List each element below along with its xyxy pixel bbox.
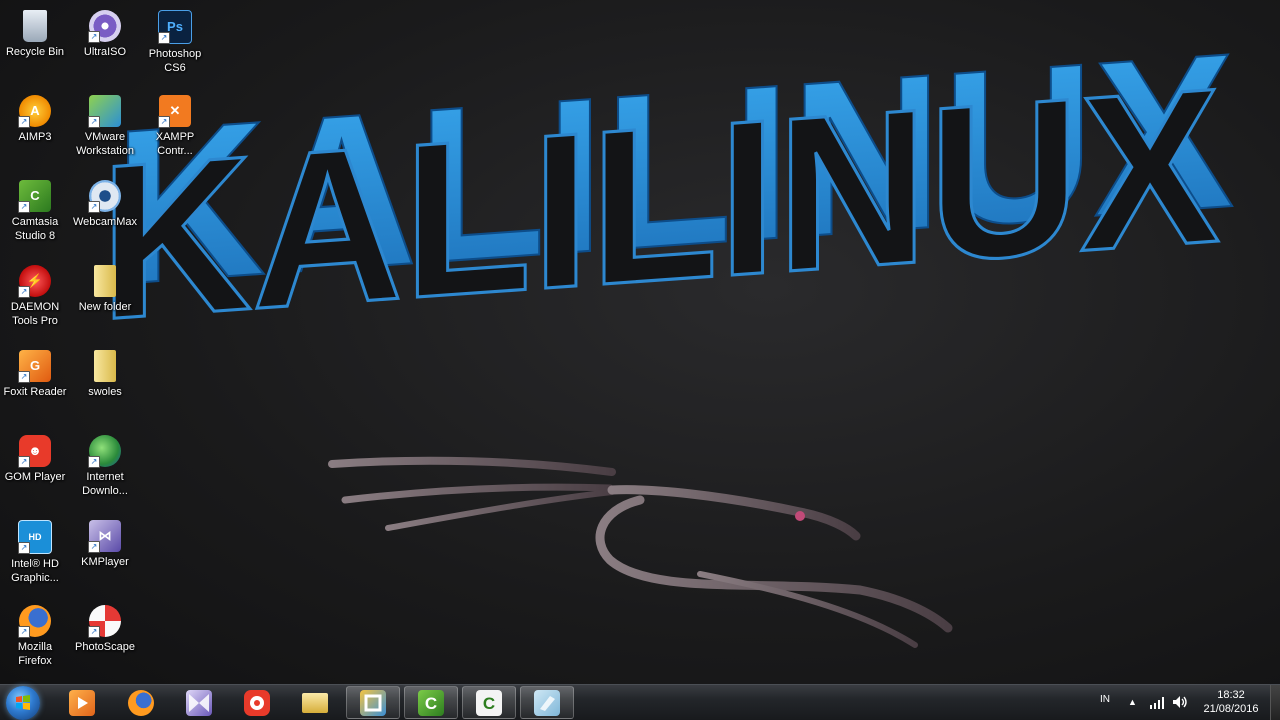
photoscape-icon: ↗ bbox=[88, 605, 121, 638]
photoshop-icon: Ps ↗ bbox=[158, 10, 192, 44]
desktop-icon-label: UltraISO bbox=[83, 46, 127, 58]
desktop-icon-idm[interactable]: ↗ Internet Downlo... bbox=[70, 431, 140, 498]
svg-text:C: C bbox=[483, 694, 495, 713]
desktop-icon-label: Photoshop CS6 bbox=[148, 48, 202, 74]
folder-icon bbox=[94, 350, 116, 382]
volume-icon[interactable] bbox=[1171, 694, 1189, 715]
file-explorer-icon bbox=[302, 692, 328, 713]
desktop-icon-xampp[interactable]: ✕ ↗ XAMPP Contr... bbox=[140, 91, 210, 158]
desktop-icon-label: Recycle Bin bbox=[5, 46, 65, 58]
desktop-icon-daemon-tools[interactable]: ⚡ ↗ DAEMON Tools Pro bbox=[0, 261, 70, 328]
taskbar: C C IN ▲ 18:32 21/08/2016 bbox=[0, 684, 1280, 720]
desktop-icon-photoscape[interactable]: ↗ PhotoScape bbox=[70, 601, 140, 654]
desktop-icon-label: GOM Player bbox=[4, 471, 66, 483]
intel-hd-icon: HD ↗ bbox=[18, 520, 52, 554]
media-player-icon bbox=[69, 689, 95, 716]
desktop-icon-aimp3[interactable]: A ↗ AIMP3 bbox=[0, 91, 70, 144]
desktop-icon-label: Foxit Reader bbox=[3, 386, 67, 398]
taskbar-vmware[interactable] bbox=[346, 686, 400, 719]
desktop-icon-recycle-bin[interactable]: Recycle Bin bbox=[0, 6, 70, 59]
daemon-tools-icon: ⚡ ↗ bbox=[18, 265, 51, 298]
camtasia-recorder-icon: C bbox=[418, 689, 444, 716]
vmware-icon bbox=[360, 689, 386, 716]
ultraiso-icon: ↗ bbox=[88, 10, 121, 43]
clock-time: 18:32 bbox=[1217, 689, 1245, 701]
taskbar-firefox[interactable] bbox=[114, 686, 168, 719]
webcammax-icon: ↗ bbox=[88, 180, 121, 213]
aimp-icon: A ↗ bbox=[18, 95, 51, 128]
desktop-icon-vmware[interactable]: ↗ VMware Workstation bbox=[70, 91, 140, 158]
taskbar-kmplayer[interactable] bbox=[172, 686, 226, 719]
desktop-icon-label: PhotoScape bbox=[75, 641, 135, 653]
desktop-icon-label: New folder bbox=[78, 301, 132, 313]
camtasia-icon: C ↗ bbox=[18, 180, 51, 213]
gom-player-icon bbox=[244, 689, 270, 716]
desktop-icon-kmplayer[interactable]: ⋈ ↗ KMPlayer bbox=[70, 516, 140, 569]
desktop-icon-label: XAMPP Contr... bbox=[155, 131, 195, 157]
desktop-icon-ultraiso[interactable]: ↗ UltraISO bbox=[70, 6, 140, 59]
recycle-bin-icon bbox=[23, 10, 47, 42]
firefox-icon: ↗ bbox=[18, 605, 51, 638]
system-clock[interactable]: 18:32 21/08/2016 bbox=[1196, 688, 1266, 716]
desktop-icon-firefox[interactable]: ↗ Mozilla Firefox bbox=[0, 601, 70, 668]
windows-logo-icon bbox=[16, 695, 30, 710]
desktop-icon-gom-player[interactable]: ☻ ↗ GOM Player bbox=[0, 431, 70, 484]
folder-icon bbox=[94, 265, 116, 297]
gom-player-icon: ☻ ↗ bbox=[18, 435, 51, 468]
idm-icon: ↗ bbox=[88, 435, 121, 468]
vmware-icon: ↗ bbox=[88, 95, 121, 128]
taskbar-camtasia-recorder[interactable]: C bbox=[404, 686, 458, 719]
start-button[interactable] bbox=[6, 686, 40, 720]
desktop-icon-camtasia[interactable]: C ↗ Camtasia Studio 8 bbox=[0, 176, 70, 243]
desktop-icon-label: VMware Workstation bbox=[76, 131, 134, 157]
camtasia-studio-icon: C bbox=[476, 689, 502, 716]
show-hidden-icons-icon[interactable]: ▲ bbox=[1128, 697, 1137, 707]
desktop-icon-label: KMPlayer bbox=[81, 556, 129, 568]
desktop-icon-swoles[interactable]: swoles bbox=[70, 346, 140, 399]
clock-date: 21/08/2016 bbox=[1203, 703, 1259, 715]
kmplayer-icon: ⋈ ↗ bbox=[88, 520, 121, 553]
show-desktop-button[interactable] bbox=[1270, 685, 1280, 720]
desktop-icon-label: AIMP3 bbox=[18, 131, 52, 143]
taskbar-gom-player[interactable] bbox=[230, 686, 284, 719]
language-indicator[interactable]: IN bbox=[1100, 694, 1110, 705]
foxit-icon: G ↗ bbox=[18, 350, 51, 383]
firefox-icon bbox=[128, 689, 154, 716]
taskbar-screen-capture[interactable] bbox=[520, 686, 574, 719]
network-signal-icon[interactable] bbox=[1149, 696, 1165, 715]
desktop-icon-label: swoles bbox=[88, 386, 122, 398]
kali-dragon-icon bbox=[328, 456, 953, 648]
desktop-icon-foxit[interactable]: G ↗ Foxit Reader bbox=[0, 346, 70, 399]
kali-logo-text: KALILINUX KALILINUX bbox=[99, 5, 1235, 367]
desktop-icon-label: DAEMON Tools Pro bbox=[10, 301, 60, 327]
desktop-icon-label: Camtasia Studio 8 bbox=[11, 216, 59, 242]
kmplayer-icon bbox=[186, 689, 212, 716]
desktop-icon-new-folder[interactable]: New folder bbox=[70, 261, 140, 314]
xampp-icon: ✕ ↗ bbox=[158, 95, 191, 128]
desktop-icon-label: Intel® HD Graphic... bbox=[11, 558, 59, 584]
taskbar-camtasia-studio[interactable]: C bbox=[462, 686, 516, 719]
desktop-icon-label: Mozilla Firefox bbox=[17, 641, 53, 667]
desktop-icon-label: WebcamMax bbox=[73, 216, 137, 228]
screen-capture-icon bbox=[534, 689, 560, 716]
taskbar-media-player[interactable] bbox=[55, 686, 109, 719]
desktop-icon-webcammax[interactable]: ↗ WebcamMax bbox=[70, 176, 140, 229]
desktop-icon-intel-hd[interactable]: HD ↗ Intel® HD Graphic... bbox=[0, 516, 70, 585]
svg-text:C: C bbox=[425, 694, 437, 713]
desktop-icon-label: Internet Downlo... bbox=[82, 471, 128, 497]
taskbar-file-explorer[interactable] bbox=[288, 686, 342, 719]
desktop-icon-photoshop[interactable]: Ps ↗ Photoshop CS6 bbox=[140, 6, 210, 75]
